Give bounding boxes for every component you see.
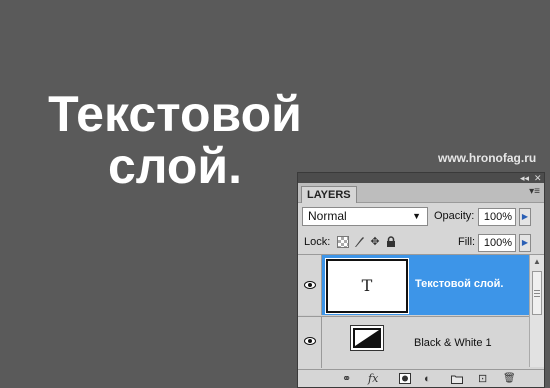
fill-field[interactable]: 100% — [478, 234, 516, 252]
scroll-thumb[interactable] — [532, 271, 542, 315]
canvas-text-line-1: Текстовой — [48, 86, 302, 142]
lock-transparency-icon[interactable] — [337, 236, 349, 248]
layers-list: T Текстовой слой. Black & White 1 ▲ — [298, 255, 544, 368]
link-icon[interactable]: ⚭ — [342, 372, 351, 386]
grip-line — [534, 296, 540, 297]
grip-line — [534, 293, 540, 294]
scroll-up-arrow-icon[interactable]: ▲ — [533, 257, 541, 266]
close-icon[interactable]: ✕ — [534, 173, 542, 183]
layers-scrollbar[interactable]: ▲ — [529, 255, 544, 367]
layer-row-black-white[interactable]: Black & White 1 — [298, 316, 544, 368]
opacity-field[interactable]: 100% — [478, 208, 516, 226]
visibility-toggle[interactable] — [298, 255, 322, 315]
lock-label: Lock: — [304, 236, 331, 248]
mask-icon[interactable] — [399, 373, 411, 387]
tab-layers[interactable]: LAYERS — [301, 186, 357, 203]
adjustment-icon[interactable]: ◐ — [424, 372, 431, 386]
lock-brush-icon[interactable] — [353, 236, 365, 248]
blend-opacity-row: Normal ▼ Opacity: 100% ▶ — [298, 203, 544, 229]
text-layer-thumbnail: T — [325, 258, 409, 314]
panel-titlebar: ◂◂ ✕ — [298, 173, 544, 183]
fx-icon[interactable]: fx — [368, 372, 378, 386]
lock-all-icon[interactable] — [385, 236, 397, 248]
layer-name-black-white: Black & White 1 — [414, 337, 492, 349]
layer-name-text: Текстовой слой. — [415, 278, 504, 290]
watermark: www.hronofag.ru — [438, 151, 537, 165]
fill-label: Fill: — [458, 236, 476, 248]
adjustment-layer-thumbnail — [350, 325, 384, 351]
blend-mode-select[interactable]: Normal ▼ — [302, 207, 428, 226]
chevron-down-icon: ▼ — [412, 211, 421, 221]
panel-bottom-bar: ⚭ fx ◐ ⊡ 🗑 — [298, 369, 544, 387]
lock-fill-row: Lock: ✥ Fill: 100% ▶ — [298, 229, 544, 255]
fill-slider-button[interactable]: ▶ — [519, 234, 531, 252]
trash-icon[interactable]: 🗑 — [503, 372, 516, 386]
grip-line — [534, 290, 540, 291]
layer-row-text[interactable]: T Текстовой слой. — [298, 255, 544, 315]
visibility-toggle-2[interactable] — [298, 317, 322, 368]
opacity-slider-button[interactable]: ▶ — [519, 208, 531, 226]
collapse-icon[interactable]: ◂◂ — [520, 173, 529, 183]
panel-tab-row: LAYERS ▾≡ — [298, 183, 544, 203]
eye-icon — [304, 337, 316, 345]
lock-move-icon[interactable]: ✥ — [369, 236, 381, 248]
blend-mode-value: Normal — [308, 209, 347, 223]
panel-menu-icon[interactable]: ▾≡ — [529, 186, 540, 197]
group-icon[interactable] — [451, 374, 463, 387]
opacity-label: Opacity: — [434, 210, 475, 222]
eye-icon — [304, 281, 316, 289]
new-layer-icon[interactable]: ⊡ — [478, 372, 487, 386]
layers-panel: ◂◂ ✕ LAYERS ▾≡ Normal ▼ Opacity: 100% ▶ … — [297, 172, 545, 388]
